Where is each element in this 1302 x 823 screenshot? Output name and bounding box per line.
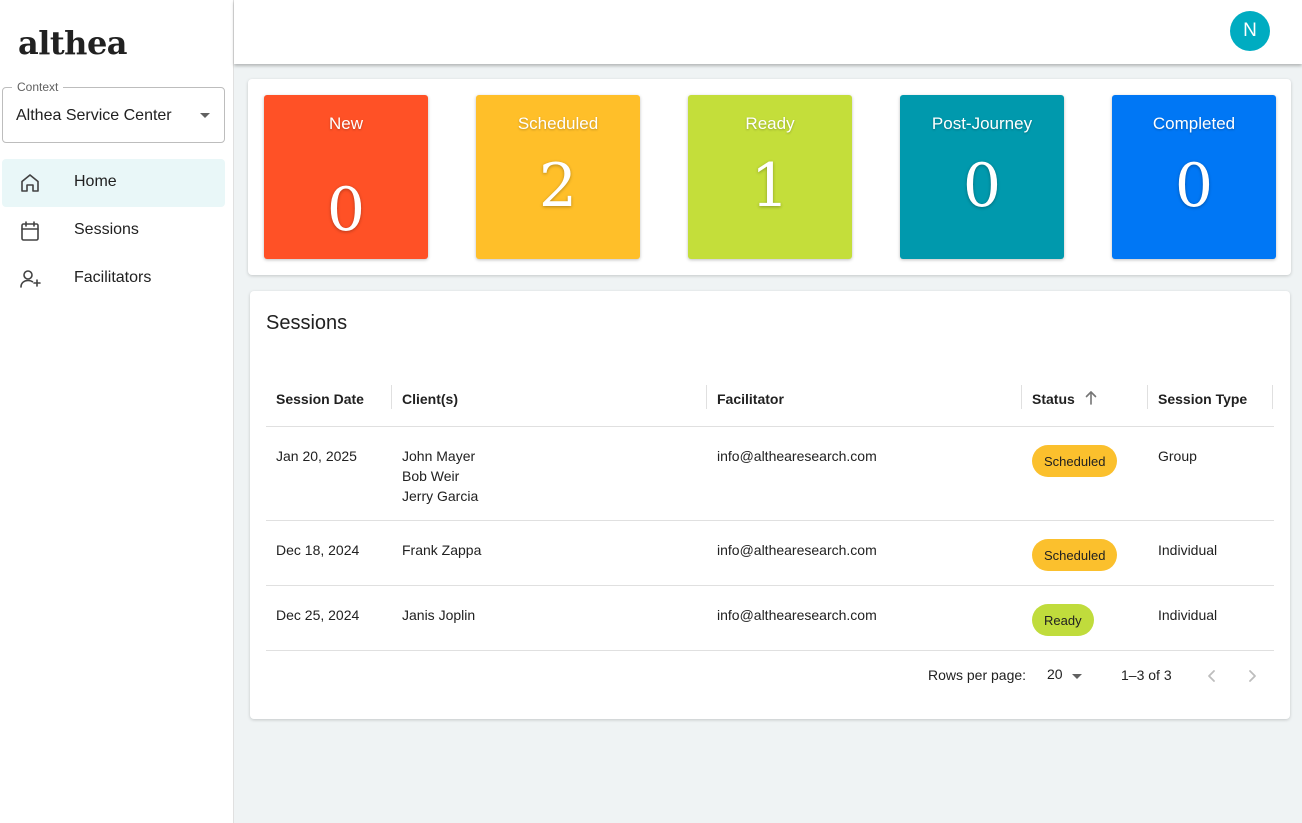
tile-count: 2 [538,151,578,221]
column-header-clients[interactable]: Client(s) [402,391,458,407]
facilitator-email: info@althearesearch.com [717,607,877,623]
column-header-facilitator[interactable]: Facilitator [717,391,784,407]
tile-label: Post-Journey [931,114,1033,133]
sidebar: althea Context Althea Service Center Hom… [0,0,234,823]
previous-page-icon[interactable] [1200,664,1224,688]
next-page-icon[interactable] [1240,664,1264,688]
tile-count: 0 [1174,151,1214,221]
column-separator[interactable] [391,385,392,409]
client-name: Janis Joplin [402,607,476,623]
client-name: Bob Weir [402,468,460,484]
context-value: Althea Service Center [16,107,172,124]
table-row[interactable]: Dec 18, 2024 Frank Zappa info@althearese… [266,521,1274,586]
table-row[interactable]: Dec 25, 2024 Janis Joplin info@altheares… [266,586,1274,651]
rows-per-page-select[interactable]: 20 [1047,666,1063,682]
status-badge: Ready [1032,604,1094,636]
tile-label: Ready [745,114,795,133]
sessions-panel: Sessions Session Date Client(s) Facilita… [250,291,1290,719]
tile-label: New [328,114,363,133]
table-pagination: Rows per page: 20 1–3 of 3 [250,651,1290,703]
page-range: 1–3 of 3 [1121,667,1172,683]
sidebar-nav: Home Sessions Facilitators [2,159,225,303]
status-tile-ready[interactable]: Ready 1 [688,95,852,259]
user-avatar[interactable]: N [1230,11,1270,51]
status-badge: Scheduled [1032,445,1118,477]
status-tile-new[interactable]: New 0 [264,95,428,259]
arrow-up-icon[interactable] [1084,390,1098,406]
sidebar-item-label: Home [74,173,117,190]
context-select[interactable]: Context Althea Service Center [2,80,225,143]
session-type: Group [1158,448,1197,464]
sidebar-item-sessions[interactable]: Sessions [2,207,225,255]
column-header-status[interactable]: Status [1032,391,1075,407]
context-label: Context [12,80,64,94]
facilitator-email: info@althearesearch.com [717,448,877,464]
column-separator[interactable] [1272,385,1273,409]
facilitator-email: info@althearesearch.com [717,542,877,558]
status-tile-scheduled[interactable]: Scheduled 2 [476,95,640,259]
sessions-title: Sessions [266,312,348,334]
status-badge: Scheduled [1032,539,1118,571]
tile-count: 0 [962,151,1002,221]
session-type: Individual [1158,542,1218,558]
sidebar-item-facilitators[interactable]: Facilitators [2,255,225,303]
tile-count: 1 [750,151,790,221]
person-add-icon [20,270,41,288]
rows-per-page-label: Rows per page: [928,667,1027,683]
calendar-icon [21,221,39,241]
column-header-session-type[interactable]: Session Type [1158,391,1247,407]
session-date: Dec 18, 2024 [276,542,360,558]
chevron-down-icon [200,113,210,118]
table-row[interactable]: Jan 20, 2025 John Mayer Bob Weir Jerry G… [266,427,1274,521]
chevron-down-icon[interactable] [1072,674,1082,679]
sidebar-item-label: Sessions [74,221,139,238]
home-icon [21,174,39,192]
app-logo[interactable]: althea [18,24,128,62]
session-date: Dec 25, 2024 [276,607,360,623]
column-header-session-date[interactable]: Session Date [276,391,364,407]
tile-count: 0 [326,175,366,245]
table-header: Session Date Client(s) Facilitator Statu… [266,363,1274,427]
top-bar: N [234,0,1302,64]
status-tile-post-journey[interactable]: Post-Journey 0 [900,95,1064,259]
client-name: John Mayer [402,448,476,464]
status-summary-panel: New 0 Scheduled 2 Ready 1 Post-Journey 0… [248,79,1291,275]
status-tile-completed[interactable]: Completed 0 [1112,95,1276,259]
client-name: Frank Zappa [402,542,482,558]
column-separator[interactable] [1147,385,1148,409]
sidebar-item-label: Facilitators [74,269,152,286]
column-separator[interactable] [1021,385,1022,409]
sessions-table: Session Date Client(s) Facilitator Statu… [266,363,1274,651]
tile-label: Completed [1152,114,1236,133]
client-name: Jerry Garcia [402,488,479,504]
session-type: Individual [1158,607,1218,623]
tile-label: Scheduled [517,114,599,133]
column-separator[interactable] [706,385,707,409]
sidebar-item-home[interactable]: Home [2,159,225,207]
session-date: Jan 20, 2025 [276,448,357,464]
